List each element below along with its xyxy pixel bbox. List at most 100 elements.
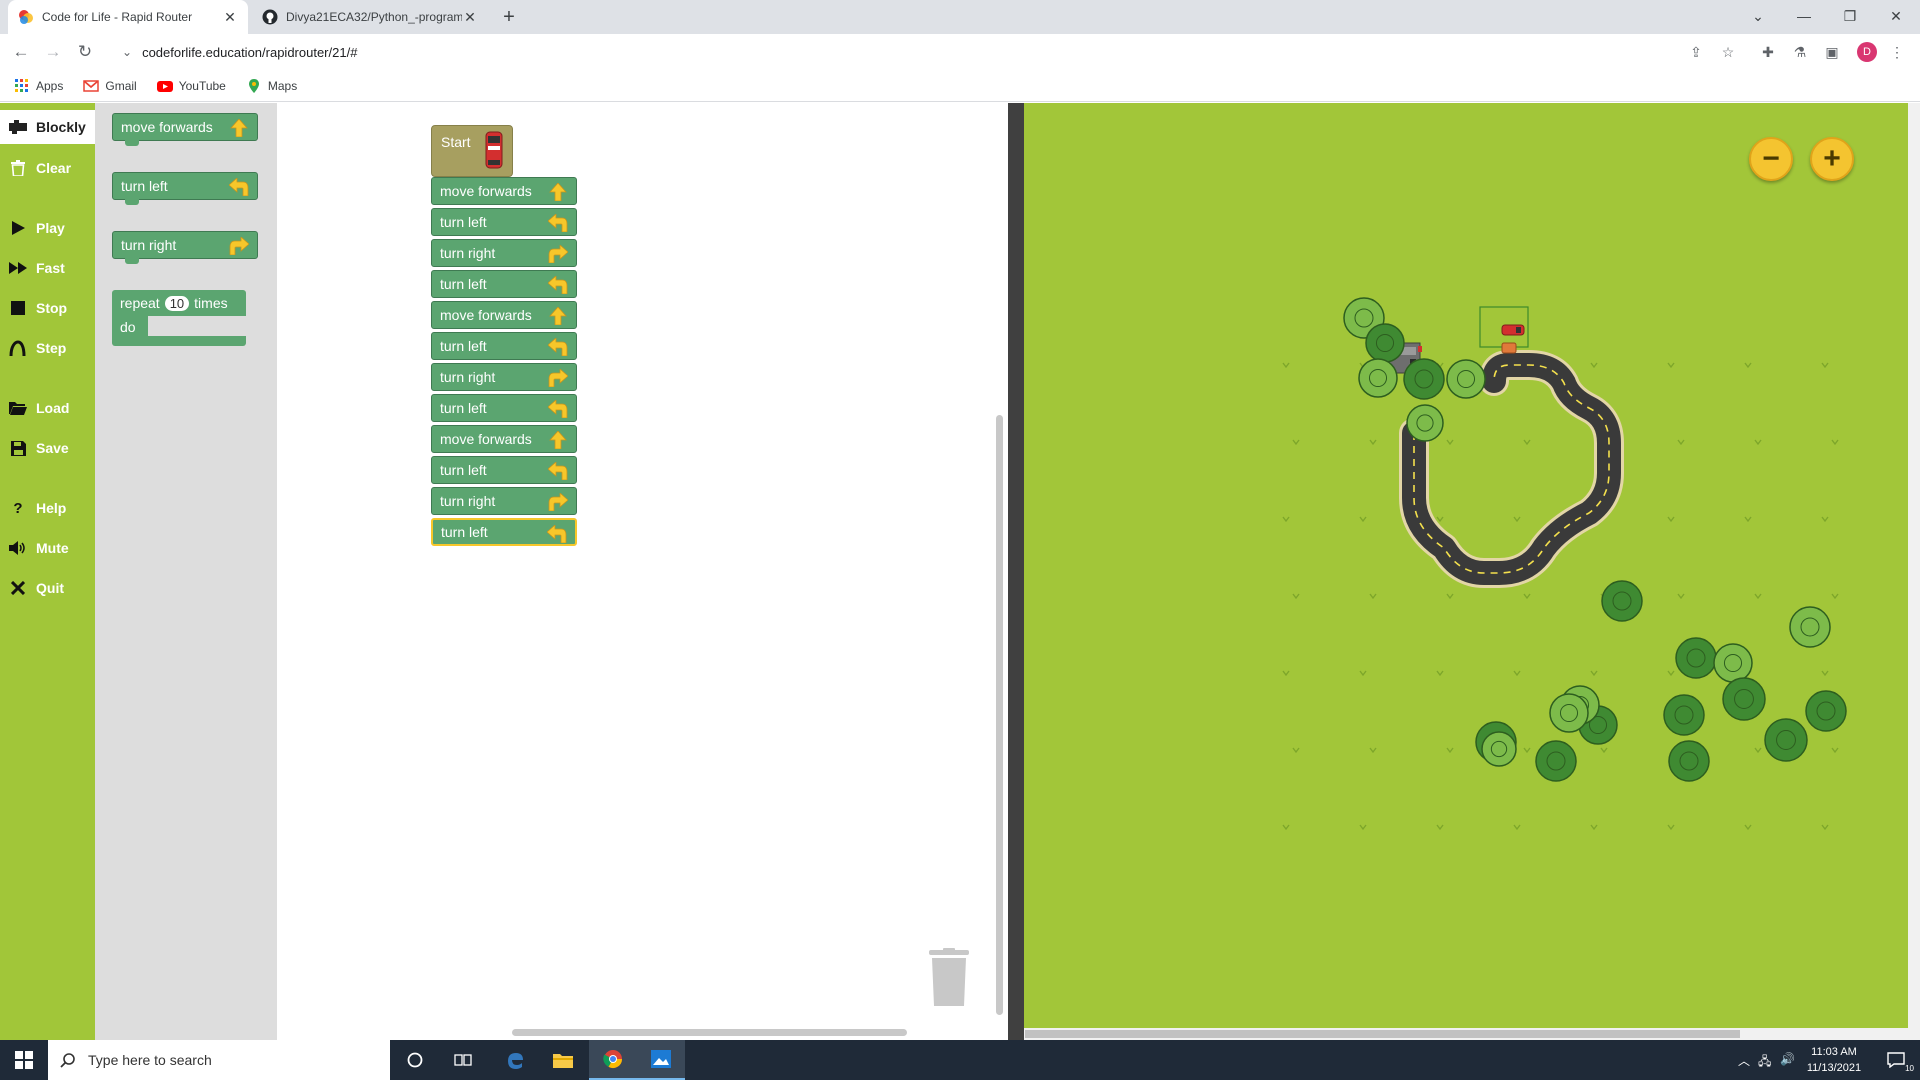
cortana-icon[interactable] [391,1040,439,1080]
program-block-turn-left[interactable]: turn left [431,208,577,236]
sidebar-item-load[interactable]: Load [0,391,95,425]
bookmark-maps[interactable]: Maps [246,78,297,94]
url-field[interactable]: ⌄ codeforlife.education/rapidrouter/21/# [110,38,1770,66]
toolbox-block-turn-left[interactable]: turn left [112,172,258,205]
toolbox-block-move-forwards[interactable]: move forwards [112,113,258,146]
repeat-count-field[interactable]: 10 [164,295,190,311]
block-label: move forwards [440,183,532,199]
map-scrollbar-thumb[interactable] [1025,1030,1740,1038]
program-block-move-forwards[interactable]: move forwards [431,425,577,453]
grass-tuft-icon [1282,670,1290,677]
program-block-turn-right[interactable]: turn right [431,363,577,391]
task-view-icon[interactable] [439,1040,487,1080]
grass-tuft-icon [1282,824,1290,831]
tab-close-icon[interactable]: ✕ [222,9,238,26]
windows-logo-icon [15,1051,33,1069]
windows-start-button[interactable] [0,1040,48,1080]
notification-center-icon[interactable]: 10 [1872,1040,1920,1080]
block-label: move forwards [440,431,532,447]
program-block-turn-left[interactable]: turn left [431,270,577,298]
help-icon: ? [13,499,23,517]
extensions-puzzle-icon[interactable]: ✚ [1758,42,1778,62]
grass-tuft-icon [1369,439,1377,446]
repeat-header: repeat 10 times [112,290,246,316]
notification-count: 10 [1905,1064,1914,1073]
tab-search-chevron-icon[interactable]: ⌄ [1746,4,1770,28]
sidebar-item-save[interactable]: Save [0,431,95,465]
arrow-left-icon [548,400,568,418]
site-info-icon[interactable]: ⌄ [122,45,132,59]
forward-icon[interactable]: → [41,40,65,64]
program-block-turn-left[interactable]: turn left [431,456,577,484]
program-block-turn-left[interactable]: turn left [431,394,577,422]
toolbox-block-turn-right[interactable]: turn right [112,231,258,264]
save-icon [8,439,28,457]
sidebar-item-blockly[interactable]: Blockly [0,110,95,144]
back-icon[interactable]: ← [9,40,33,64]
grass-tuft-icon [1821,670,1829,677]
workspace-horizontal-scrollbar[interactable] [512,1029,907,1036]
sidebar-item-mute[interactable]: Mute [0,531,95,565]
github-favicon-icon [262,9,278,25]
speaker-icon [8,539,28,557]
file-explorer-icon[interactable] [539,1040,587,1080]
tab-close-icon[interactable]: ✕ [462,9,478,26]
program-block-turn-right[interactable]: turn right [431,239,577,267]
bookmark-label: Maps [267,78,298,93]
panel-divider[interactable] [1008,103,1024,1040]
window-close-icon[interactable]: ✕ [1884,4,1908,28]
bookmark-youtube[interactable]: YouTube [156,78,226,94]
grass-tuft-icon [1282,516,1290,523]
restore-icon[interactable]: ❐ [1838,4,1862,28]
sidebar-item-quit[interactable]: Quit [0,571,95,605]
minimize-icon[interactable]: — [1792,4,1816,28]
grass-tuft-icon [1523,439,1531,446]
arrow-up-icon [549,431,567,449]
menu-kebab-icon[interactable]: ⋮ [1887,42,1907,62]
grass-tuft-icon [1754,439,1762,446]
profile-avatar[interactable]: D [1857,42,1877,62]
blockly-workspace[interactable]: Start move forwards turn left turn right tu… [277,103,1008,1040]
tab-rapid-router[interactable]: Code for Life - Rapid Router ✕ [8,0,248,34]
taskbar-clock[interactable]: 11:03 AM 11/13/2021 [1796,1044,1872,1076]
sidebar-item-fast[interactable]: Fast [0,251,95,285]
repeat-do-slot[interactable] [148,316,246,336]
start-block[interactable]: Start [431,125,513,177]
sidebar-item-step[interactable]: Step [0,331,95,365]
grass-tuft-icon [1821,824,1829,831]
bookmark-star-icon[interactable]: ☆ [1718,42,1738,62]
program-block-move-forwards[interactable]: move forwards [431,177,577,205]
sidebar-item-clear[interactable]: Clear [0,151,95,185]
new-tab-button[interactable]: + [498,6,520,28]
share-icon[interactable]: ⇪ [1686,42,1706,62]
map-vertical-scrollbar[interactable] [1908,103,1920,1028]
program-block-turn-left[interactable]: turn left [431,518,577,546]
lab-flask-icon[interactable]: ⚗ [1790,42,1810,62]
tab-github[interactable]: Divya21ECA32/Python_-program ✕ [252,0,488,34]
tray-chevron-icon[interactable]: ︿ [1738,1052,1750,1069]
sidebar-item-stop[interactable]: Stop [0,291,95,325]
network-icon[interactable]: 🖧 [1758,1052,1771,1073]
van-icon [1501,324,1525,336]
trash-can-icon[interactable] [927,948,971,1008]
taskbar-search-box[interactable]: Type here to search [48,1040,390,1080]
edge-icon[interactable] [491,1040,539,1080]
reload-icon[interactable]: ↻ [73,40,97,64]
program-block-turn-left[interactable]: turn left [431,332,577,360]
bookmark-gmail[interactable]: Gmail [83,78,137,94]
volume-icon[interactable]: 🔊 [1780,1052,1795,1066]
sidebar-item-label: Blockly [36,119,86,135]
sidebar-item-play[interactable]: Play [0,211,95,245]
workspace-vertical-scrollbar[interactable] [996,415,1003,1015]
photos-app-icon[interactable] [637,1040,685,1080]
chrome-icon[interactable] [589,1040,637,1080]
program-block-turn-right[interactable]: turn right [431,487,577,515]
sidebar-item-help[interactable]: ? Help [0,491,95,525]
program-block-move-forwards[interactable]: move forwards [431,301,577,329]
game-map: − + [1024,103,1920,1040]
bookmark-apps[interactable]: Apps [14,78,63,94]
tab-title: Code for Life - Rapid Router [42,10,193,24]
map-horizontal-scrollbar[interactable] [1024,1028,1920,1040]
toolbox-block-repeat[interactable]: repeat 10 times do [112,290,246,350]
side-panel-icon[interactable]: ▣ [1822,42,1842,62]
